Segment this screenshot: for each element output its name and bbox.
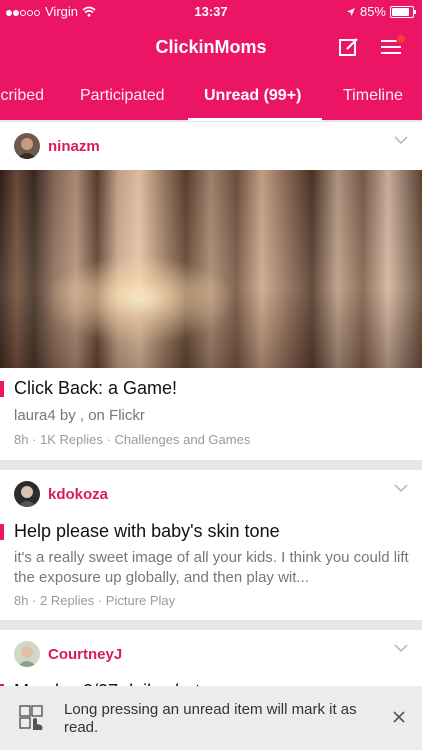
nav-bar: ClickinMoms — [0, 22, 422, 72]
location-arrow-icon — [346, 7, 355, 16]
tab-subscribed[interactable]: Subscribed — [0, 87, 44, 105]
reply-count: 2 Replies — [40, 593, 95, 608]
status-right: 85% — [346, 4, 416, 19]
username[interactable]: kdokoza — [48, 486, 108, 503]
active-tab-indicator — [188, 118, 322, 121]
post-title[interactable]: Click Back: a Game! — [14, 378, 177, 399]
post-excerpt: laura4 by , on Flickr — [14, 407, 145, 424]
post-time: 8h — [14, 432, 29, 447]
unread-marker — [0, 381, 4, 397]
notification-dot — [396, 34, 406, 44]
username[interactable]: CourtneyJ — [48, 646, 122, 663]
long-press-icon — [19, 705, 43, 730]
tab-unread[interactable]: Unread (99+) — [204, 87, 301, 105]
post-time: 8h — [14, 593, 29, 608]
feed-card[interactable]: kdokoza Help please with baby's skin ton… — [0, 470, 422, 620]
avatar[interactable] — [14, 641, 40, 667]
post-category[interactable]: Challenges and Games — [114, 432, 250, 447]
chevron-down-icon[interactable] — [394, 135, 408, 145]
username[interactable]: ninazm — [48, 138, 100, 155]
post-meta: 8h · 1K Replies · Challenges and Games — [14, 432, 251, 447]
close-icon[interactable] — [392, 710, 406, 724]
compose-icon[interactable] — [338, 36, 360, 58]
battery-percent: 85% — [359, 4, 386, 19]
battery-icon — [390, 5, 416, 18]
post-meta: 8h · 2 Replies · Picture Play — [14, 593, 176, 608]
chevron-down-icon[interactable] — [394, 643, 408, 653]
hint-toast: Long pressing an unread item will mark i… — [0, 686, 422, 750]
tab-bar: Subscribed Participated Unread (99+) Tim… — [0, 72, 422, 120]
post-excerpt: it's a really sweet image of all your ki… — [14, 549, 409, 586]
post-category[interactable]: Picture Play — [106, 593, 175, 608]
avatar[interactable] — [14, 481, 40, 507]
reply-count: 1K Replies — [40, 432, 103, 447]
tab-participated[interactable]: Participated — [80, 87, 165, 105]
feed-card[interactable]: ninazm Click Back: a Game! laura4 by , o… — [0, 122, 422, 460]
post-title[interactable]: Help please with baby's skin tone — [14, 521, 280, 542]
tab-timeline[interactable]: Timeline — [343, 87, 403, 105]
chevron-down-icon[interactable] — [394, 483, 408, 493]
avatar[interactable] — [14, 133, 40, 159]
hint-text: Long pressing an unread item will mark i… — [64, 701, 357, 736]
status-bar: Virgin 13:37 85% — [0, 0, 422, 22]
unread-marker — [0, 524, 4, 540]
post-image[interactable] — [0, 170, 422, 368]
